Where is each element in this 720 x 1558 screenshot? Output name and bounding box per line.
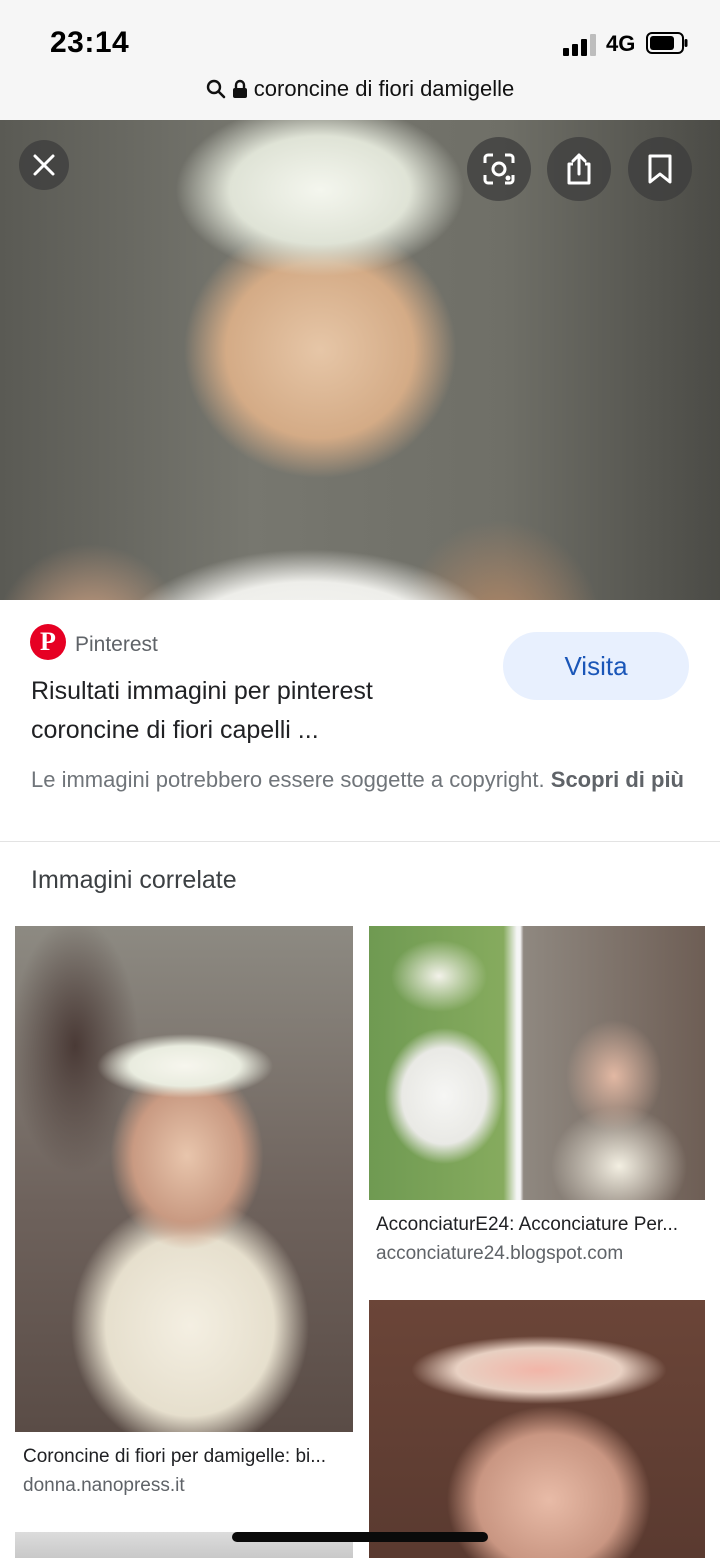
related-domain-1: donna.nanopress.it <box>23 1475 185 1496</box>
pinterest-logo-icon: P <box>30 624 66 660</box>
cellular-signal-icon <box>563 34 596 56</box>
learn-more-link[interactable]: Scopri di più <box>551 767 684 792</box>
related-domain-2: acconciature24.blogspot.com <box>376 1243 624 1264</box>
battery-icon <box>646 32 688 54</box>
share-icon <box>567 153 591 185</box>
search-icon <box>206 79 226 99</box>
source-name: Pinterest <box>75 633 158 656</box>
address-bar[interactable]: coroncine di fiori damigelle <box>0 68 720 120</box>
preview-image[interactable] <box>0 120 720 600</box>
related-caption-2[interactable]: AcconciaturE24: Acconciature Per... <box>376 1214 698 1236</box>
lock-icon <box>232 79 247 98</box>
share-button[interactable] <box>547 137 611 201</box>
visit-button[interactable]: Visita <box>503 632 689 700</box>
save-button[interactable] <box>628 137 692 201</box>
related-image-3[interactable] <box>369 1300 705 1558</box>
related-image-2[interactable] <box>369 926 705 1200</box>
bookmark-icon <box>648 154 672 184</box>
copyright-notice: Le immagini potrebbero essere soggette a… <box>31 764 691 796</box>
url-query: coroncine di fiori damigelle <box>253 76 515 101</box>
related-caption-1[interactable]: Coroncine di fiori per damigelle: bi... <box>23 1446 345 1468</box>
close-button[interactable] <box>19 140 69 190</box>
copyright-text: Le immagini potrebbero essere soggette a… <box>31 767 545 792</box>
network-type: 4G <box>606 31 636 56</box>
related-image-1[interactable] <box>15 926 353 1432</box>
lens-icon <box>483 153 515 185</box>
clock: 23:14 <box>50 26 130 59</box>
home-indicator[interactable] <box>232 1532 488 1542</box>
url-display[interactable]: coroncine di fiori damigelle <box>0 76 720 102</box>
lens-button[interactable] <box>467 137 531 201</box>
related-heading: Immagini correlate <box>31 866 237 894</box>
result-title[interactable]: Risultati immagini per pinterest coronci… <box>31 672 471 750</box>
status-bar: 23:14 4G <box>0 0 720 78</box>
divider <box>0 841 720 842</box>
close-icon <box>33 154 55 176</box>
